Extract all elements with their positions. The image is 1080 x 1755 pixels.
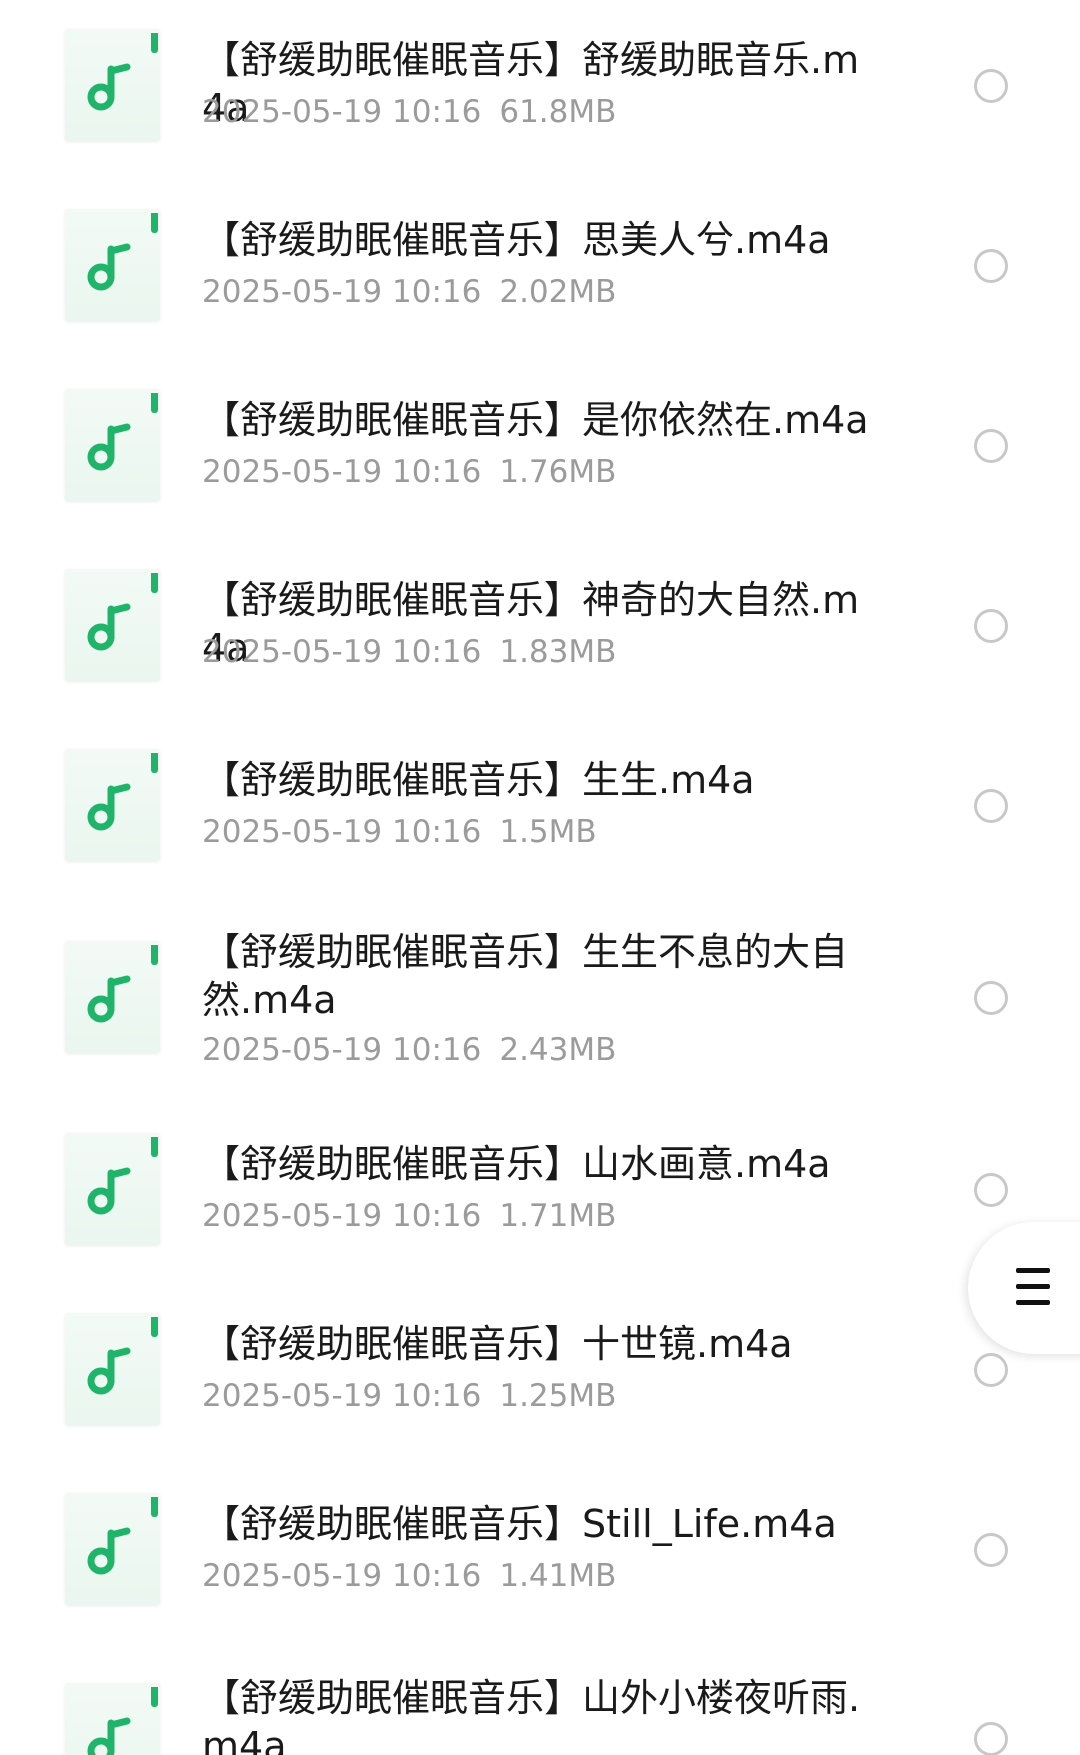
file-meta: 2025-05-19 10:16 1.83MB <box>202 632 616 672</box>
hamburger-menu-icon <box>1016 1268 1050 1308</box>
file-size: 1.41MB <box>499 1558 617 1594</box>
music-note-icon <box>65 389 160 501</box>
file-meta: 2025-05-19 10:16 2.43MB <box>202 1030 616 1070</box>
file-date: 2025-05-19 10:16 <box>202 1032 482 1068</box>
select-radio[interactable] <box>974 1533 1008 1567</box>
file-meta: 2025-05-19 10:16 1.41MB <box>202 1556 616 1596</box>
select-radio[interactable] <box>974 1173 1008 1207</box>
select-radio[interactable] <box>974 249 1008 283</box>
select-radio[interactable] <box>974 1353 1008 1387</box>
file-meta: 2025-05-19 10:16 1.25MB <box>202 1376 616 1416</box>
file-date: 2025-05-19 10:16 <box>202 454 482 490</box>
music-note-icon <box>65 569 160 681</box>
music-note-icon <box>65 749 160 861</box>
file-name: 【舒缓助眠催眠音乐】山外小楼夜听雨.m4a <box>202 1676 861 1755</box>
file-date: 2025-05-19 10:16 <box>202 1378 482 1414</box>
music-note-icon <box>65 209 160 321</box>
file-name: 【舒缓助眠催眠音乐】思美人兮.m4a <box>202 218 831 262</box>
file-name: 【舒缓助眠催眠音乐】生生不息的大自然.m4a <box>202 930 849 1022</box>
select-radio[interactable] <box>974 981 1008 1015</box>
select-radio[interactable] <box>974 429 1008 463</box>
music-note-icon <box>65 1683 160 1755</box>
file-name: 【舒缓助眠催眠音乐】山水画意.m4a <box>202 1142 831 1186</box>
file-meta: 2025-05-19 10:16 1.76MB <box>202 452 616 492</box>
file-size: 1.71MB <box>499 1198 617 1234</box>
select-radio[interactable] <box>974 1722 1008 1755</box>
file-name: 【舒缓助眠催眠音乐】十世镜.m4a <box>202 1322 793 1366</box>
file-date: 2025-05-19 10:16 <box>202 1198 482 1234</box>
file-date: 2025-05-19 10:16 <box>202 634 482 670</box>
file-name: 【舒缓助眠催眠音乐】生生.m4a <box>202 758 755 802</box>
file-size: 1.5MB <box>499 814 597 850</box>
file-size: 2.02MB <box>499 274 617 310</box>
file-meta: 2025-05-19 10:16 1.5MB <box>202 812 597 852</box>
file-date: 2025-05-19 10:16 <box>202 94 482 130</box>
select-radio[interactable] <box>974 69 1008 103</box>
music-note-icon <box>65 1313 160 1425</box>
music-note-icon <box>65 941 160 1053</box>
file-size: 61.8MB <box>499 94 617 130</box>
select-radio[interactable] <box>974 789 1008 823</box>
select-radio[interactable] <box>974 609 1008 643</box>
file-list: 【舒缓助眠催眠音乐】舒缓助眠音乐.m4a 2025-05-19 10:16 61.… <box>0 0 1080 1755</box>
file-size: 2.43MB <box>499 1032 617 1068</box>
file-size: 1.25MB <box>499 1378 617 1414</box>
file-meta: 2025-05-19 10:16 2.02MB <box>202 272 616 312</box>
file-name: 【舒缓助眠催眠音乐】是你依然在.m4a <box>202 398 869 442</box>
music-note-icon <box>65 1133 160 1245</box>
file-name: 【舒缓助眠催眠音乐】Still_Life.m4a <box>202 1502 837 1546</box>
file-size: 1.83MB <box>499 634 617 670</box>
file-date: 2025-05-19 10:16 <box>202 1558 482 1594</box>
music-note-icon <box>65 1493 160 1605</box>
file-meta: 2025-05-19 10:16 61.8MB <box>202 92 616 132</box>
file-date: 2025-05-19 10:16 <box>202 274 482 310</box>
file-meta: 2025-05-19 10:16 1.71MB <box>202 1196 616 1236</box>
file-date: 2025-05-19 10:16 <box>202 814 482 850</box>
music-note-icon <box>65 29 160 141</box>
file-size: 1.76MB <box>499 454 617 490</box>
